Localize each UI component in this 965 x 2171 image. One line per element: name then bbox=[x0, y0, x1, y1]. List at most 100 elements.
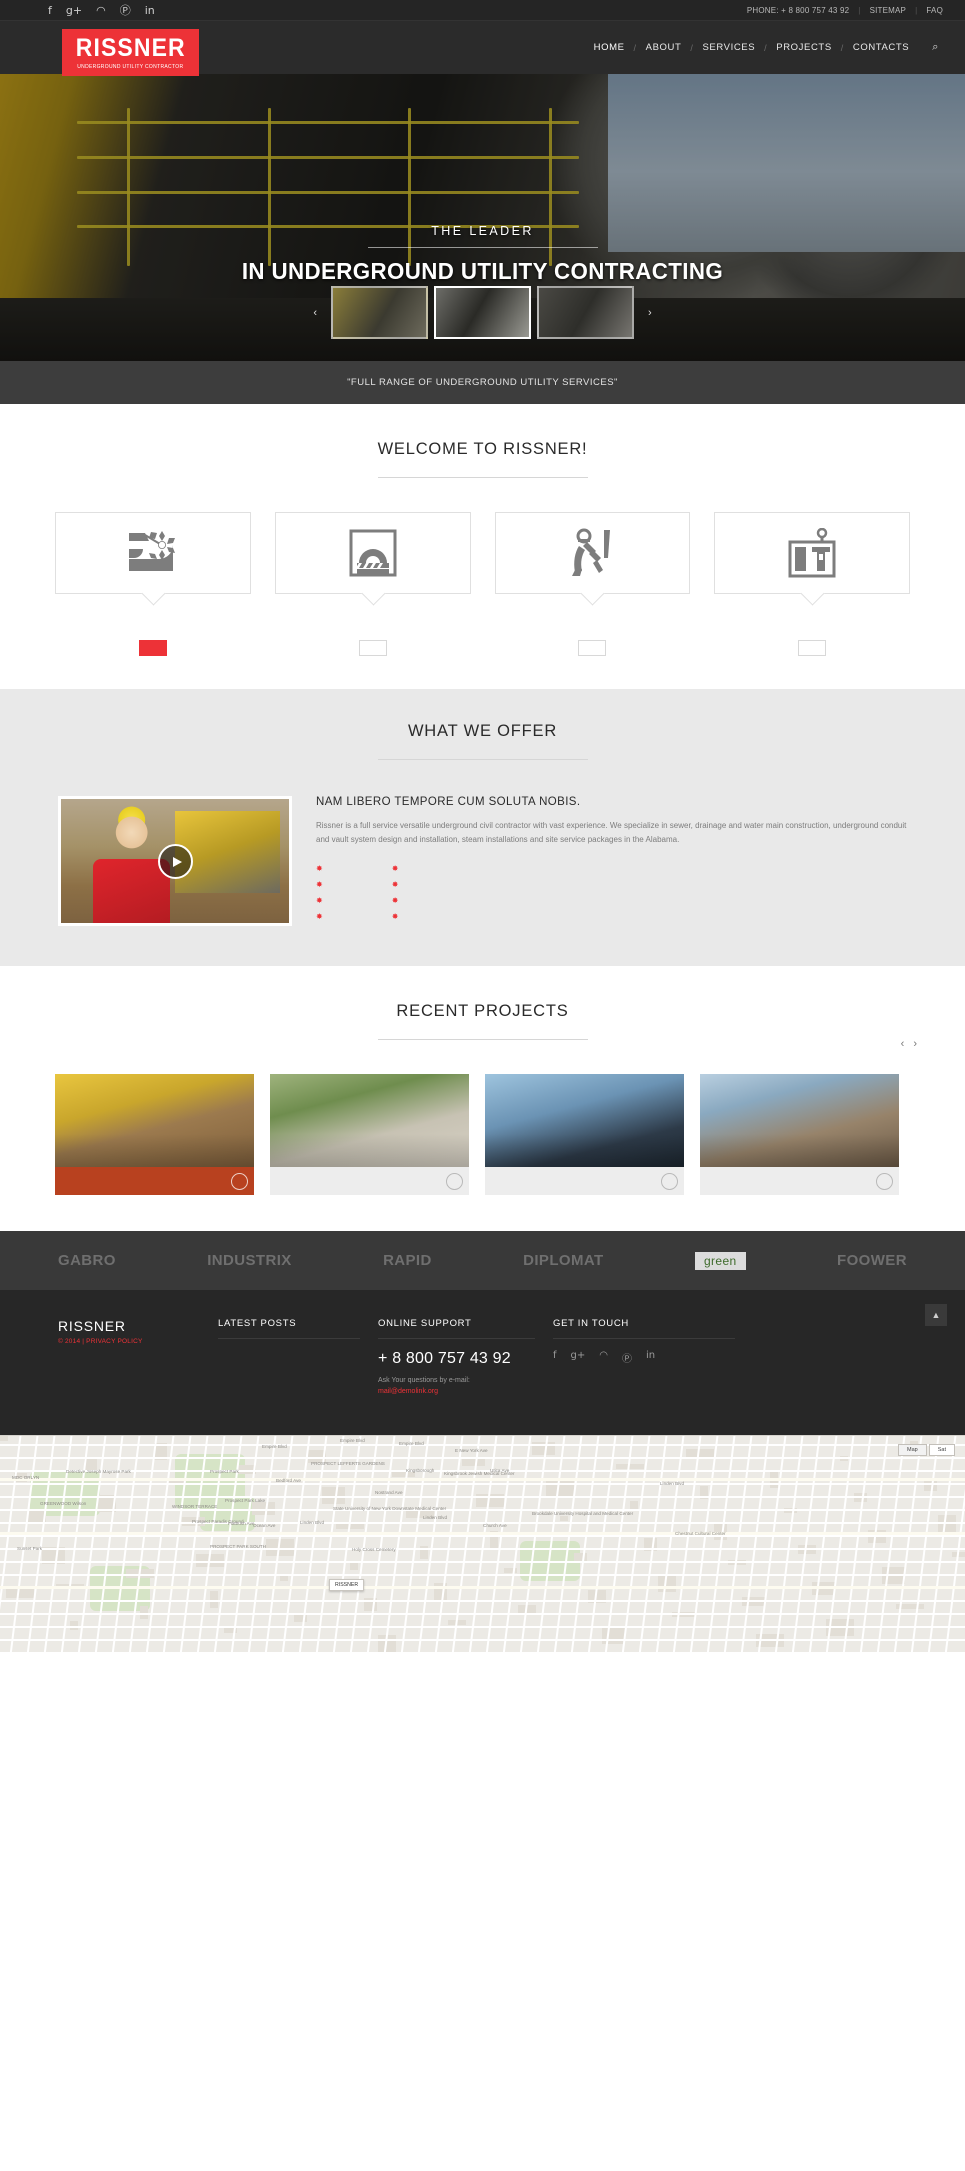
search-icon[interactable]: ⌕ bbox=[932, 41, 939, 54]
footer-posts-title: LATEST POSTS bbox=[218, 1318, 360, 1339]
contact-map[interactable]: Empire Blvd Empire Blvd Empire Blvd MDC ORL… bbox=[0, 1435, 965, 1654]
service-cards bbox=[0, 512, 965, 661]
rss-icon[interactable]: ◠ bbox=[599, 1350, 608, 1365]
read-more-button[interactable] bbox=[358, 640, 387, 656]
hero-thumb-3[interactable] bbox=[537, 286, 634, 339]
offer-list-item[interactable]: ✸ bbox=[316, 913, 330, 921]
projects-prev-button[interactable]: ‹ bbox=[901, 1038, 905, 1050]
project-card[interactable] bbox=[485, 1074, 684, 1195]
hero-thumb-1[interactable] bbox=[331, 286, 428, 339]
hero-prev-button[interactable]: ‹ bbox=[305, 307, 325, 319]
nav-item-about[interactable]: ABOUT bbox=[637, 42, 691, 53]
read-more-button[interactable] bbox=[138, 640, 167, 656]
map-road bbox=[315, 1436, 345, 1654]
offer-list-item[interactable]: ✸ bbox=[392, 897, 406, 905]
map-view-button[interactable]: Map bbox=[898, 1444, 927, 1456]
offer-body: NAM LIBERO TEMPORE CUM SOLUTA NOBIS. Ris… bbox=[0, 796, 965, 926]
project-image bbox=[485, 1074, 684, 1167]
project-image bbox=[270, 1074, 469, 1167]
map-marker[interactable]: RISSNER bbox=[329, 1579, 365, 1591]
offer-heading: NAM LIBERO TEMPORE CUM SOLUTA NOBIS. bbox=[316, 796, 581, 808]
project-card[interactable] bbox=[700, 1074, 899, 1195]
offer-lists: ✸ ✸ ✸ ✸ ✸ ✸ ✸ ✸ bbox=[316, 865, 907, 921]
nav-item-services[interactable]: SERVICES bbox=[694, 42, 765, 53]
map-road bbox=[349, 1436, 379, 1654]
nav-item-projects[interactable]: PROJECTS bbox=[767, 42, 840, 53]
map-road bbox=[0, 1600, 965, 1602]
project-caption bbox=[55, 1167, 254, 1195]
hero-divider bbox=[367, 247, 598, 248]
offer-list-item[interactable]: ✸ bbox=[316, 865, 330, 873]
gear-icon: ✸ bbox=[391, 912, 399, 921]
pinterest-icon[interactable]: Ⓟ bbox=[622, 1350, 632, 1365]
offer-list-item[interactable]: ✸ bbox=[316, 881, 330, 889]
map-road bbox=[451, 1436, 481, 1654]
map-label: Detective Joseph Mayrose Park bbox=[66, 1469, 131, 1474]
project-arrow-icon[interactable] bbox=[661, 1172, 678, 1190]
partner-logo[interactable]: FOOWER bbox=[837, 1252, 907, 1269]
googleplus-icon[interactable]: g+ bbox=[66, 5, 82, 16]
footer-copyright[interactable]: © 2014 | PRIVACY POLICY bbox=[58, 1338, 200, 1345]
logo[interactable]: RISSNER UNDERGROUND UTILITY CONTRACTOR bbox=[62, 29, 199, 76]
offer-list-item[interactable]: ✸ bbox=[392, 865, 406, 873]
play-icon[interactable] bbox=[158, 844, 193, 879]
nav-item-home[interactable]: HOME bbox=[585, 42, 634, 53]
project-card[interactable] bbox=[55, 1074, 254, 1195]
section-divider bbox=[377, 1039, 588, 1040]
partner-logo[interactable]: DIPLOMAT bbox=[523, 1252, 603, 1269]
map-satellite-button[interactable]: Sat bbox=[928, 1444, 955, 1456]
project-caption bbox=[270, 1167, 469, 1195]
map-road bbox=[366, 1436, 396, 1654]
projects-next-button[interactable]: › bbox=[913, 1038, 917, 1050]
hero-thumbnails: ‹ › bbox=[0, 286, 965, 339]
map-road bbox=[740, 1436, 770, 1654]
project-caption bbox=[700, 1167, 899, 1195]
linkedin-icon[interactable]: in bbox=[646, 1350, 655, 1365]
map-label: MDC ORLYN bbox=[12, 1475, 40, 1480]
map-road bbox=[655, 1436, 685, 1654]
project-arrow-icon[interactable] bbox=[876, 1172, 893, 1190]
map-block bbox=[280, 1576, 288, 1581]
scroll-to-top-button[interactable]: ▲ bbox=[925, 1304, 947, 1326]
hero-subtitle: THE LEADER bbox=[431, 224, 534, 238]
googleplus-icon[interactable]: g+ bbox=[571, 1350, 586, 1365]
footer-ask-text: Ask Your questions by e-mail: bbox=[378, 1377, 470, 1384]
offer-video-thumb[interactable] bbox=[58, 796, 292, 926]
linkedin-icon[interactable]: in bbox=[145, 5, 155, 16]
offer-list-item[interactable]: ✸ bbox=[392, 913, 406, 921]
rss-icon[interactable]: ◠ bbox=[96, 5, 106, 16]
project-arrow-icon[interactable] bbox=[231, 1172, 248, 1190]
map-label: PROSPECT PARK SOUTH bbox=[210, 1544, 266, 1549]
read-more-button[interactable] bbox=[578, 640, 607, 656]
projects-nav: ‹ › bbox=[901, 1038, 917, 1050]
project-arrow-icon[interactable] bbox=[446, 1172, 463, 1190]
offer-list-item[interactable]: ✸ bbox=[316, 897, 330, 905]
partner-label: RAPID bbox=[383, 1252, 432, 1269]
partner-logo[interactable]: GABRO bbox=[58, 1252, 116, 1269]
map-road bbox=[0, 1509, 965, 1511]
hero-title: IN UNDERGROUND UTILITY CONTRACTING bbox=[241, 258, 724, 284]
partner-logo[interactable]: RAPID bbox=[383, 1252, 432, 1269]
map-road bbox=[0, 1444, 965, 1446]
partner-logo[interactable]: green bbox=[694, 1251, 746, 1270]
footer-email-link[interactable]: mail@demolink.org bbox=[378, 1388, 535, 1395]
sitemap-link[interactable]: SITEMAP bbox=[870, 6, 907, 15]
facebook-icon[interactable]: f bbox=[553, 1350, 557, 1365]
offer-list-item[interactable]: ✸ bbox=[392, 881, 406, 889]
map-road bbox=[876, 1436, 906, 1654]
map-road bbox=[128, 1436, 158, 1654]
service-card bbox=[274, 512, 471, 661]
hero-thumb-2[interactable] bbox=[434, 286, 531, 339]
facebook-icon[interactable]: f bbox=[48, 5, 52, 16]
map-label: Nostrand Ave bbox=[375, 1490, 403, 1495]
nav-item-contacts[interactable]: CONTACTS bbox=[844, 42, 918, 53]
project-image bbox=[55, 1074, 254, 1167]
read-more-button[interactable] bbox=[798, 640, 827, 656]
hero-next-button[interactable]: › bbox=[640, 307, 660, 319]
partner-logo[interactable]: INDUSTRIX bbox=[207, 1252, 291, 1269]
faq-link[interactable]: FAQ bbox=[926, 6, 943, 15]
project-card[interactable] bbox=[270, 1074, 469, 1195]
partner-label: green bbox=[703, 1253, 737, 1268]
pinterest-icon[interactable]: Ⓟ bbox=[120, 5, 131, 16]
hero-slider: THE LEADER IN UNDERGROUND UTILITY CONTRA… bbox=[0, 74, 965, 361]
